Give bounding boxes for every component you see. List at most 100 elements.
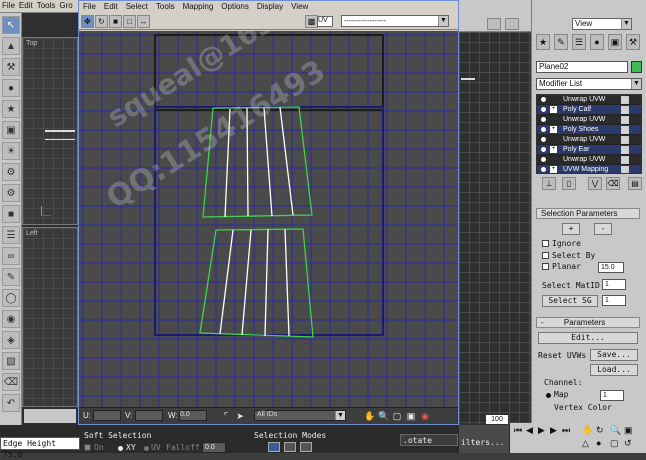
expand-icon[interactable]: + [550, 146, 557, 153]
play-icon[interactable]: ▶ [538, 425, 545, 436]
select-arrow-icon[interactable]: ↖ [2, 16, 20, 34]
stack-item[interactable]: + UVW Mapping [537, 165, 641, 173]
soft-selection-on-checkbox[interactable] [84, 444, 91, 451]
uv-canvas[interactable]: squeal@163.com QQ:115416493 [79, 31, 458, 407]
expand-icon[interactable]: + [550, 166, 557, 173]
checkbox[interactable] [621, 126, 629, 134]
zoom-extents-icon[interactable]: ▣ [406, 411, 416, 421]
selection-parameters-header[interactable]: Selection Parameters [536, 208, 640, 219]
uv-menu-mapping[interactable]: Mapping [179, 1, 218, 12]
xy-radio[interactable] [118, 446, 123, 451]
zoom-icon[interactable]: 🔍 [378, 411, 389, 421]
vertex-mode-icon[interactable] [268, 442, 280, 452]
planar-checkbox[interactable] [542, 263, 549, 270]
stack-item[interactable]: Unwrap UVW [537, 115, 641, 125]
bulb-icon[interactable] [541, 167, 546, 172]
pick-icon[interactable]: ➤ [235, 411, 245, 421]
stack-item[interactable]: + Poly Shoes [537, 125, 641, 135]
cylinder-icon[interactable]: ◯ [2, 289, 20, 307]
time-slider[interactable] [24, 409, 76, 423]
go-end-icon[interactable]: ⏭ [562, 425, 570, 436]
select-by-checkbox[interactable] [542, 252, 549, 259]
walk-icon[interactable]: ● [596, 438, 601, 448]
checkbox[interactable] [621, 106, 629, 114]
make-unique-icon[interactable]: ⋁ [588, 177, 602, 190]
perspective-viewport[interactable] [459, 32, 531, 425]
undo-icon[interactable]: ↶ [2, 394, 20, 412]
material-icon[interactable]: ◈ [2, 331, 20, 349]
filter-id-dropdown[interactable]: All IDs ▼ [254, 410, 346, 421]
bulb-icon[interactable] [541, 117, 546, 122]
v-field[interactable] [135, 410, 163, 421]
freeform-icon[interactable]: □ [123, 15, 136, 28]
orbit-icon[interactable]: ↻ [596, 425, 604, 436]
uv-radio[interactable] [144, 446, 149, 451]
edge-mode-icon[interactable] [284, 442, 296, 452]
wrench-icon[interactable]: ⚙ [2, 163, 20, 181]
texture-map-dropdown[interactable]: ------------------ ▼ [341, 15, 449, 27]
stack-item[interactable]: Unwrap UVW [537, 155, 641, 165]
menu-tools[interactable]: Tools [35, 0, 58, 11]
checkbox[interactable] [621, 116, 629, 124]
render-setup-icon[interactable] [487, 18, 501, 30]
pin-stack-icon[interactable]: ⊥ [542, 177, 556, 190]
parameters-header[interactable]: - Parameters [536, 317, 640, 328]
select-sg-spinner[interactable]: 1 [602, 295, 626, 306]
snap-icon[interactable]: ◉ [420, 411, 430, 421]
ignore-backfacing-checkbox[interactable] [542, 240, 549, 247]
pan-view-icon[interactable]: ✋ [582, 425, 593, 436]
motion-tab-icon[interactable]: ● [590, 34, 604, 50]
stack-item[interactable]: + Poly Ear [537, 145, 641, 155]
stack-item[interactable]: Unwrap UVW [537, 135, 641, 145]
modify-tab-icon[interactable]: ✎ [554, 34, 568, 50]
trash-icon[interactable]: ⌫ [2, 373, 20, 391]
pan-hand-icon[interactable]: ✋ [364, 411, 375, 421]
paint-icon[interactable]: ✎ [2, 268, 20, 286]
render-icon[interactable]: ◉ [2, 310, 20, 328]
layers-icon[interactable]: ☰ [2, 226, 20, 244]
object-name-field[interactable]: Plane02 [536, 61, 628, 73]
expand-icon[interactable]: + [550, 106, 557, 113]
viewport-left[interactable]: Left [22, 227, 78, 407]
menu-file[interactable]: File [0, 0, 17, 11]
display-tab-icon[interactable]: ▣ [608, 34, 622, 50]
zoom-all-icon[interactable]: 🔍 [610, 425, 621, 436]
grow-selection-button[interactable]: + [562, 223, 580, 235]
uv-menu-options[interactable]: Options [217, 1, 253, 12]
uv-menu-edit[interactable]: Edit [100, 1, 122, 12]
save-icon[interactable]: ▧ [2, 352, 20, 370]
rotate-dropdown[interactable]: .otate [400, 434, 458, 446]
zoom-region-icon[interactable]: ▢ [392, 411, 402, 421]
move-icon[interactable]: ✥ [81, 15, 94, 28]
uv-mode-dropdown[interactable]: UV [317, 16, 333, 27]
frame-field[interactable]: 100 [485, 414, 509, 425]
light-icon[interactable]: ☀ [2, 142, 20, 160]
uv-shell-bottom[interactable] [199, 228, 314, 338]
hammer-icon[interactable]: ⚒ [2, 58, 20, 76]
uv-menu-select[interactable]: Select [122, 1, 152, 12]
bulb-icon[interactable] [541, 107, 546, 112]
map-radio[interactable] [546, 393, 551, 398]
rotate-icon[interactable]: ↻ [95, 15, 108, 28]
map-channel-spinner[interactable]: 1 [600, 390, 624, 401]
checkbox[interactable] [621, 156, 629, 164]
camera-icon[interactable]: ▣ [2, 121, 20, 139]
bulb-icon[interactable] [541, 157, 546, 162]
checkbox[interactable] [621, 136, 629, 144]
stack-item[interactable]: Unwrap UVW [537, 95, 641, 105]
stack-item[interactable]: + Poly Calf [537, 105, 641, 115]
select-matid-spinner[interactable]: 1 [602, 279, 626, 290]
expand-icon[interactable]: + [550, 126, 557, 133]
viewport-top[interactable]: Top [22, 37, 78, 225]
edit-button[interactable]: Edit... [538, 332, 638, 344]
next-frame-icon[interactable]: ▶ [550, 425, 557, 436]
star-icon[interactable]: ★ [2, 100, 20, 118]
remove-modifier-icon[interactable]: ⌫ [606, 177, 620, 190]
filters-button[interactable]: ilters... [461, 438, 504, 447]
bulb-icon[interactable] [541, 127, 546, 132]
checkbox[interactable] [621, 146, 629, 154]
bulb-icon[interactable] [541, 147, 546, 152]
w-field[interactable]: 0.0 [179, 410, 207, 421]
link-icon[interactable]: ∞ [2, 247, 20, 265]
maximize-viewport-icon[interactable]: ▣ [624, 425, 633, 436]
